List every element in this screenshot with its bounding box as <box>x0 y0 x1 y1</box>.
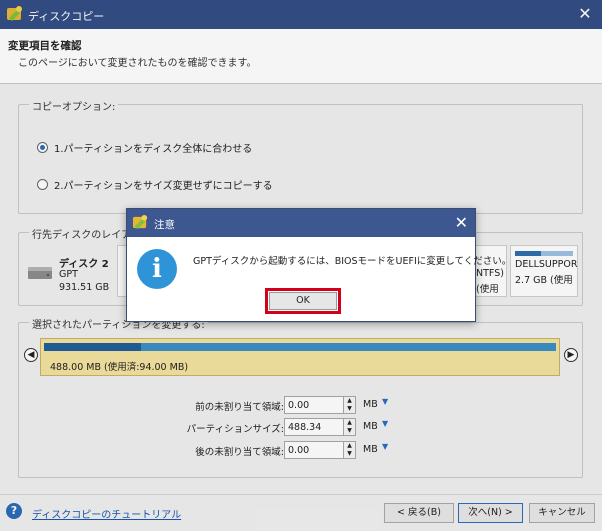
info-icon: i <box>137 249 177 289</box>
warning-dialog: 注意 ✕ i GPTディスクから起動するには、BIOSモードをUEFIに変更して… <box>126 208 511 322</box>
dialog-message: GPTディスクから起動するには、BIOSモードをUEFIに変更してください。 <box>193 256 512 267</box>
dialog-titlebar: 注意 ✕ <box>127 209 475 237</box>
dialog-close-icon[interactable]: ✕ <box>455 212 468 234</box>
ok-button[interactable]: OK <box>269 292 337 310</box>
dialog-app-icon <box>132 214 148 230</box>
dialog-title: 注意 <box>154 219 175 231</box>
